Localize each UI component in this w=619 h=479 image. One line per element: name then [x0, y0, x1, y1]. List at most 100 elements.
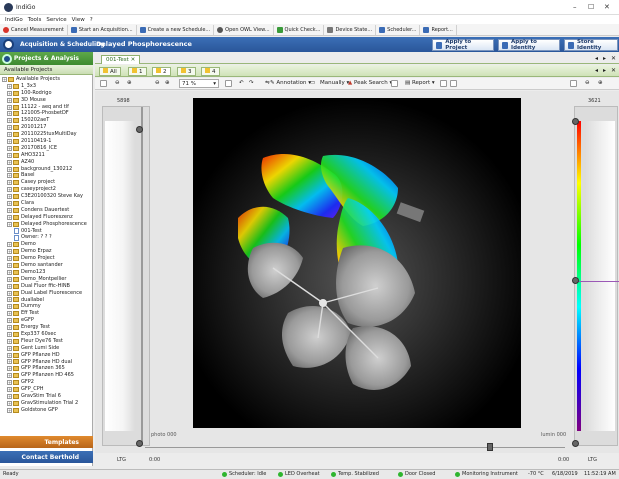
expand-icon[interactable]: + [7, 290, 12, 296]
zoom-select[interactable]: 71 % ▾ [179, 79, 219, 88]
left-max-slider-handle[interactable] [136, 126, 143, 133]
expand-icon[interactable]: + [7, 352, 12, 358]
right-mid-slider-handle[interactable] [572, 277, 579, 284]
expand-icon[interactable]: + [7, 221, 12, 227]
tab-scroll-left-icon[interactable]: ◂ [595, 55, 598, 62]
grid-icon[interactable] [391, 80, 398, 87]
subtab-3[interactable]: 3 [177, 67, 196, 76]
expand-icon[interactable]: + [7, 407, 12, 413]
expand-icon[interactable]: + [7, 187, 12, 193]
export-icon[interactable] [440, 80, 447, 87]
acquisition-scheduling-label[interactable]: Acquisition & Scheduling [20, 41, 105, 48]
tree-item[interactable]: + GFP Pflanzen HD 465 [0, 372, 93, 379]
tree-item[interactable]: + Demo Project [0, 255, 93, 262]
tree-item[interactable]: +150202aeT [0, 117, 93, 124]
right-zoom-in-icon[interactable]: ⊕ [598, 80, 603, 86]
tree-item[interactable]: + Demo Erpaz [0, 248, 93, 255]
expand-icon[interactable]: + [2, 76, 7, 82]
expand-icon[interactable]: + [7, 249, 12, 255]
tree-item[interactable]: +20170816_ICE [0, 145, 93, 152]
timeline-track[interactable] [145, 447, 565, 448]
print-icon[interactable] [450, 80, 457, 87]
expand-icon[interactable]: + [7, 111, 12, 117]
tree-item[interactable]: + GravStim Trial 6 [0, 393, 93, 400]
maximize-button[interactable]: ☐ [588, 3, 594, 11]
tree-item[interactable]: +20101217 [0, 124, 93, 131]
expand-icon[interactable]: + [7, 242, 12, 248]
tree-item[interactable]: + Available Projects [0, 76, 93, 83]
cancel-measurement-button[interactable]: Cancel Measurement [0, 24, 68, 35]
expand-icon[interactable]: + [7, 331, 12, 337]
tree-item[interactable]: + Dual Fluor ffic-HINB [0, 283, 93, 290]
tree-item[interactable]: Owner: ? ? ? [0, 234, 93, 241]
tree-item[interactable]: + GFP Pflanzen 365 [0, 365, 93, 372]
fit-icon[interactable] [225, 80, 232, 87]
expand-icon[interactable]: + [7, 118, 12, 124]
expand-icon[interactable]: + [7, 276, 12, 282]
expand-icon[interactable]: + [7, 152, 12, 158]
tree-item[interactable]: + duallabel [0, 297, 93, 304]
flip-icon[interactable]: ⇋ [265, 80, 270, 86]
rotate-right-icon[interactable]: ↷ [249, 80, 254, 86]
tree-item[interactable]: + Eff Test [0, 310, 93, 317]
minimize-button[interactable]: – [573, 3, 577, 11]
tree-item[interactable]: 001-Test [0, 228, 93, 235]
expand-icon[interactable]: + [7, 283, 12, 289]
expand-icon[interactable]: + [7, 125, 12, 131]
tree-item[interactable]: + Clara [0, 200, 93, 207]
tree-item[interactable]: + Gent Lumi Side [0, 345, 93, 352]
expand-icon[interactable]: + [7, 90, 12, 96]
tree-item[interactable]: +121005-PhosbetDF [0, 110, 93, 117]
tree-item[interactable]: + Demo [0, 241, 93, 248]
right-settings-icon[interactable] [570, 80, 577, 87]
roi-icon[interactable]: ▭ [310, 80, 315, 86]
expand-icon[interactable]: + [7, 345, 12, 351]
expand-icon[interactable]: + [7, 159, 12, 165]
close-button[interactable]: ✕ [604, 3, 610, 11]
apply-to-project-button[interactable]: Apply to Project [432, 39, 494, 51]
zoom-in-main-icon[interactable]: ⊕ [165, 80, 170, 86]
expand-icon[interactable]: + [7, 311, 12, 317]
close-document-icon[interactable]: ✕ [611, 55, 616, 62]
tree-item[interactable]: + Goldstone GFP [0, 407, 93, 414]
tree-item[interactable]: + Energy Test [0, 324, 93, 331]
settings-icon[interactable] [100, 80, 107, 87]
peak-search-button[interactable]: ▲ Peak Search ▾ [348, 80, 392, 86]
open-owl-view-button[interactable]: Open OWL View... [214, 24, 274, 35]
create-schedule-button[interactable]: Create a new Schedule... [137, 24, 215, 35]
expand-icon[interactable]: + [7, 104, 12, 110]
zoom-in-icon[interactable]: ⊕ [127, 80, 132, 86]
tree-item[interactable]: +20110419-1 [0, 138, 93, 145]
apply-to-identity-button[interactable]: Apply to Identity [498, 39, 560, 51]
tree-item[interactable]: + Condens Dauertest [0, 207, 93, 214]
expand-icon[interactable]: + [7, 304, 12, 310]
tree-item[interactable]: + Basel [0, 172, 93, 179]
expand-icon[interactable]: + [7, 387, 12, 393]
expand-icon[interactable]: + [7, 393, 12, 399]
menu-view[interactable]: View [72, 17, 85, 23]
store-identity-button[interactable]: Store Identity [564, 39, 618, 51]
templates-header[interactable]: Templates [0, 436, 93, 448]
right-min-slider-handle[interactable] [572, 440, 579, 447]
close-tab-icon[interactable]: ✕ [131, 57, 136, 63]
tree-item[interactable]: + Casey project [0, 179, 93, 186]
expand-icon[interactable]: + [7, 380, 12, 386]
tree-item[interactable]: + C3E20100320 Steve Kay [0, 193, 93, 200]
expand-icon[interactable]: + [7, 325, 12, 330]
subtab-1[interactable]: 1 [128, 67, 147, 76]
tree-item[interactable]: + GFP_CPH [0, 386, 93, 393]
expand-icon[interactable]: + [7, 366, 12, 372]
expand-icon[interactable]: + [7, 318, 12, 324]
report-dropdown[interactable]: ▤ Report ▾ [405, 80, 435, 86]
tab-001-test[interactable]: 001-Test ✕ [101, 55, 141, 64]
expand-icon[interactable]: + [7, 180, 12, 186]
tree-item[interactable]: + Dummy [0, 303, 93, 310]
start-acquisition-button[interactable]: Start an Acquisition... [68, 24, 137, 35]
expand-icon[interactable]: + [7, 359, 12, 365]
tree-item[interactable]: + Demo123 [0, 269, 93, 276]
tree-item[interactable]: + background_130212 [0, 166, 93, 173]
tree-item[interactable]: + eGFP [0, 317, 93, 324]
expand-icon[interactable]: + [7, 83, 12, 89]
tree-item[interactable]: + GFP Pflanze HD [0, 352, 93, 359]
subtab-close-icon[interactable]: ✕ [611, 67, 616, 74]
